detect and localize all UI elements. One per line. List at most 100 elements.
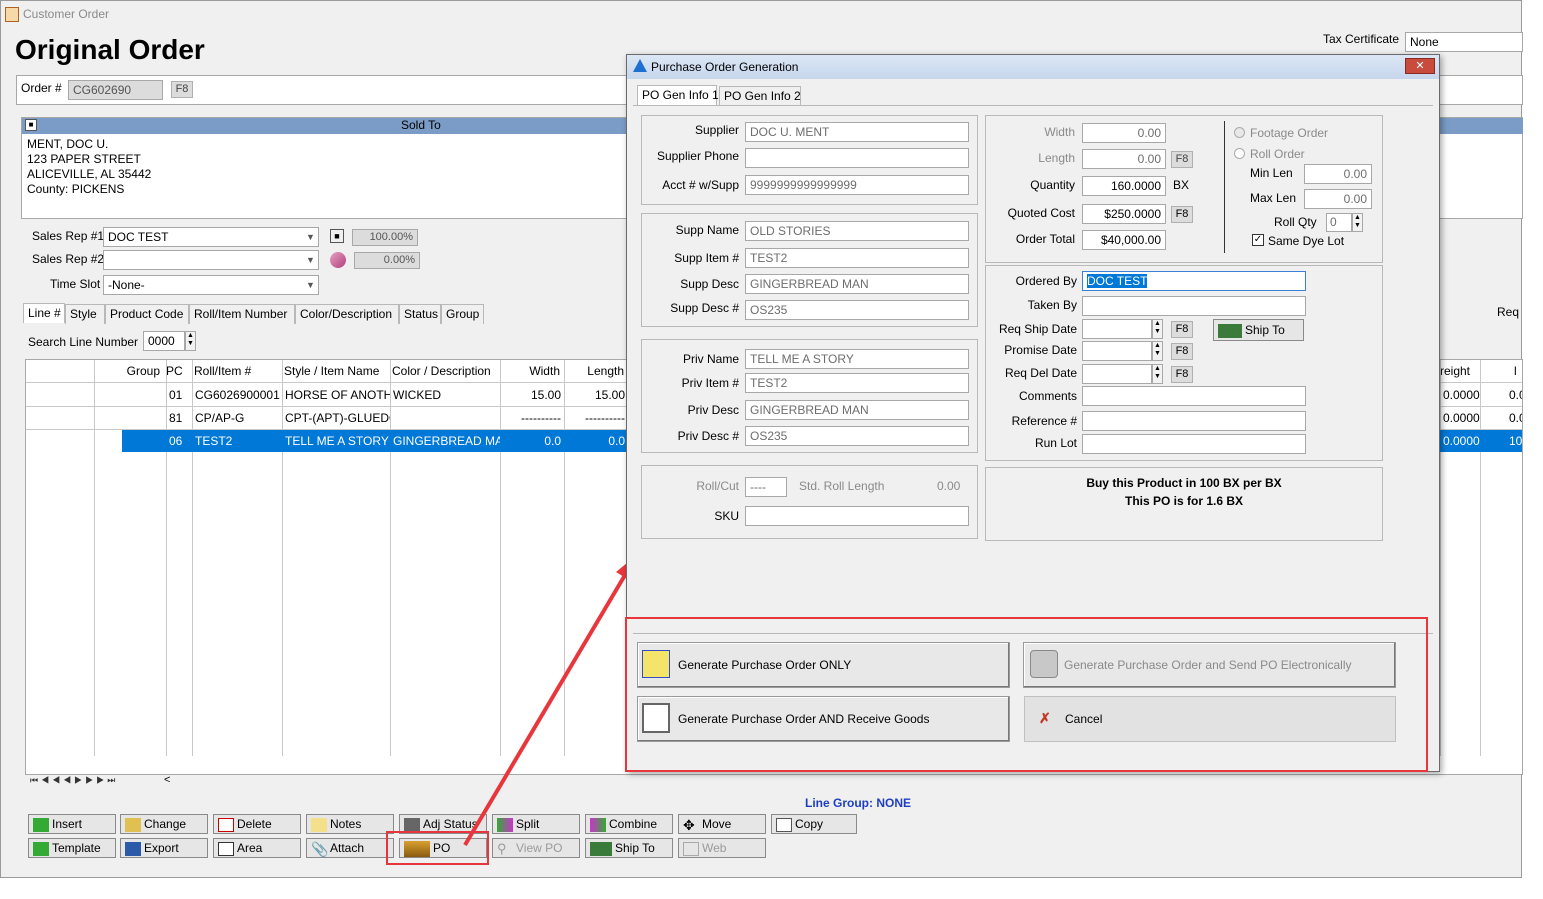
priv-name-label: Priv Name xyxy=(682,352,739,366)
order-f8-button[interactable]: F8 xyxy=(171,81,193,98)
col-header-width[interactable]: Width xyxy=(500,360,564,382)
sku-label: SKU xyxy=(714,509,739,523)
acct-field[interactable]: 9999999999999999 xyxy=(745,175,969,195)
same-dye-lot-checkbox[interactable]: ✓ xyxy=(1252,234,1264,246)
min-len-field[interactable]: 0.00 xyxy=(1304,164,1372,184)
quoted-cost-label: Quoted Cost xyxy=(1007,206,1075,220)
tools-icon xyxy=(404,817,420,832)
priv-item-field[interactable]: TEST2 xyxy=(745,373,969,393)
taken-by-field[interactable] xyxy=(1082,296,1306,316)
chevron-down-icon[interactable]: ▼ xyxy=(303,276,318,294)
col-header-group[interactable]: Group xyxy=(94,360,164,382)
copy-button[interactable]: Copy xyxy=(771,814,857,834)
delete-button[interactable]: Delete xyxy=(213,814,301,834)
tab-po-gen-info-1[interactable]: PO Gen Info 1 xyxy=(637,85,719,105)
scroll-left-icon[interactable]: < xyxy=(164,774,170,786)
roll-qty-field[interactable]: 0 xyxy=(1326,213,1352,232)
col-header-style[interactable]: Style / Item Name xyxy=(284,360,392,382)
tab-po-gen-info-2[interactable]: PO Gen Info 2 xyxy=(719,86,801,106)
spinner-icon[interactable]: ▲ ▼ xyxy=(1152,364,1163,384)
cell-style: TELL ME A STORY xyxy=(285,434,389,448)
eraser-icon[interactable] xyxy=(330,252,346,268)
spinner-icon[interactable]: ▲ ▼ xyxy=(1352,213,1363,232)
timeslot-select[interactable]: -None- xyxy=(103,275,319,295)
priv-desc2-field[interactable]: OS235 xyxy=(745,426,969,446)
web-button[interactable]: Web xyxy=(678,838,766,858)
rollcut-field[interactable]: ---- xyxy=(745,477,787,497)
supp-desc-field[interactable]: GINGERBREAD MAN xyxy=(745,274,969,294)
supp-name-label: Supp Name xyxy=(675,223,739,237)
close-icon[interactable]: ✕ xyxy=(1405,58,1435,74)
record-navigator[interactable]: ⏮◀◀◀▶▶▶⏭ xyxy=(30,775,162,789)
spinner-icon[interactable]: ▲ ▼ xyxy=(1152,319,1163,339)
export-button[interactable]: Export xyxy=(120,838,208,858)
tab-line-number[interactable]: Line # xyxy=(23,303,65,323)
supp-item-field[interactable]: TEST2 xyxy=(745,248,969,268)
lock-icon[interactable]: ■ xyxy=(330,229,344,243)
chevron-down-icon[interactable]: ▼ xyxy=(303,251,318,269)
cell-length: 0.0 xyxy=(608,434,625,448)
spinner-icon[interactable]: ▲ ▼ xyxy=(185,331,196,351)
template-label: Template xyxy=(52,841,101,855)
comments-field[interactable] xyxy=(1082,386,1306,406)
template-button[interactable]: Template xyxy=(28,838,116,858)
width-field[interactable]: 0.00 xyxy=(1082,123,1166,143)
max-len-field[interactable]: 0.00 xyxy=(1304,189,1372,209)
cell-width: ---------- xyxy=(521,411,561,425)
run-lot-field[interactable] xyxy=(1082,434,1306,454)
move-button[interactable]: ✥ Move xyxy=(678,814,766,834)
sales-rep-1-select[interactable]: DOC TEST xyxy=(103,227,319,247)
notes-button[interactable]: Notes xyxy=(306,814,394,834)
supp-desc2-field[interactable]: OS235 xyxy=(745,300,969,320)
req-ship-date-field[interactable] xyxy=(1082,319,1152,339)
col-header-pc[interactable]: PC xyxy=(166,360,186,382)
change-button[interactable]: Change xyxy=(120,814,208,834)
tab-group[interactable]: Group xyxy=(441,304,484,324)
reference-field[interactable] xyxy=(1082,411,1306,431)
tab-status[interactable]: Status xyxy=(399,304,441,324)
col-header-length[interactable]: Length xyxy=(564,360,628,382)
quantity-field[interactable]: 160.0000 xyxy=(1082,176,1166,196)
search-line-input[interactable]: 0000 xyxy=(143,331,185,351)
sales-rep-2-select[interactable] xyxy=(103,250,319,270)
tab-style[interactable]: Style xyxy=(65,304,105,324)
delete-label: Delete xyxy=(237,817,272,831)
priv-desc-field[interactable]: GINGERBREAD MAN xyxy=(745,400,969,420)
col-header-last[interactable]: l xyxy=(1514,360,1524,382)
spinner-icon[interactable]: ▲ ▼ xyxy=(1152,341,1163,361)
tab-product-code[interactable]: Product Code xyxy=(105,304,189,324)
promise-f8-button[interactable]: F8 xyxy=(1171,343,1193,360)
sku-field[interactable] xyxy=(745,506,969,526)
supp-name-field[interactable]: OLD STORIES xyxy=(745,221,969,241)
taken-by-label: Taken By xyxy=(1027,298,1077,312)
tab-roll-item-number[interactable]: Roll/Item Number xyxy=(189,304,295,324)
order-total-field[interactable]: $40,000.00 xyxy=(1082,230,1166,250)
priv-name-field[interactable]: TELL ME A STORY xyxy=(745,349,969,369)
sales-rep-1-label: Sales Rep #1 xyxy=(32,229,105,243)
promise-date-field[interactable] xyxy=(1082,341,1152,361)
req-del-f8-button[interactable]: F8 xyxy=(1171,366,1193,383)
length-f8-button[interactable]: F8 xyxy=(1171,151,1193,168)
lock-icon[interactable]: ■ xyxy=(25,119,37,131)
req-del-date-field[interactable] xyxy=(1082,364,1152,384)
insert-button[interactable]: Insert xyxy=(28,814,116,834)
req-ship-f8-button[interactable]: F8 xyxy=(1171,321,1193,338)
ordered-by-field[interactable]: DOC TEST xyxy=(1082,271,1306,291)
tab-color-description[interactable]: Color/Description xyxy=(295,304,399,324)
attach-button[interactable]: 📎 Attach xyxy=(306,838,394,858)
quoted-cost-field[interactable]: $250.0000 xyxy=(1082,204,1166,224)
roll-order-radio[interactable] xyxy=(1234,148,1245,159)
col-header-freight[interactable]: reight xyxy=(1440,360,1480,382)
footage-order-radio[interactable] xyxy=(1234,127,1245,138)
area-button[interactable]: Area xyxy=(213,838,301,858)
length-field[interactable]: 0.00 xyxy=(1082,149,1166,169)
col-header-roll[interactable]: Roll/Item # xyxy=(194,360,282,382)
supplier-phone-field[interactable] xyxy=(745,148,969,168)
dialog-ship-to-button[interactable]: Ship To xyxy=(1213,319,1304,341)
chevron-down-icon[interactable]: ▼ xyxy=(303,228,318,246)
supplier-field[interactable]: DOC U. MENT xyxy=(745,122,969,142)
quoted-cost-f8-button[interactable]: F8 xyxy=(1171,206,1193,223)
order-number-field[interactable]: CG602690 xyxy=(68,80,163,100)
col-header-color[interactable]: Color / Description xyxy=(392,360,500,382)
tax-certificate-field[interactable]: None xyxy=(1405,32,1523,52)
